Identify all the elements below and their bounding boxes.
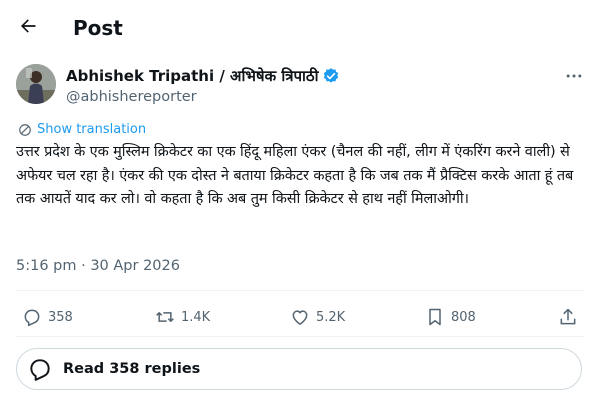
like-count: 5.2K — [316, 309, 346, 325]
show-translation-link[interactable]: Show translation — [18, 122, 146, 137]
divider — [16, 290, 584, 291]
more-options-button[interactable] — [562, 64, 586, 88]
author-display-name[interactable]: Abhishek Tripathi / अभिषेक त्रिपाठी — [66, 66, 319, 86]
author-handle[interactable]: @abhishereporter — [66, 87, 197, 107]
speech-bubble-icon — [27, 356, 53, 382]
tweet-timestamp[interactable]: 5:16 pm · 30 Apr 2026 — [16, 256, 180, 276]
back-button[interactable] — [14, 12, 42, 40]
read-replies-label[interactable]: Read 358 replies — [63, 361, 200, 377]
repost-count: 1.4K — [181, 309, 211, 325]
share-button[interactable] — [558, 305, 578, 329]
reply-count: 358 — [48, 309, 73, 325]
like-button[interactable]: 5.2K — [290, 305, 345, 329]
like-icon — [292, 310, 308, 325]
more-icon — [566, 74, 582, 78]
repost-button[interactable]: 1.4K — [155, 305, 210, 329]
translate-icon — [19, 123, 31, 136]
show-translation-label[interactable]: Show translation — [37, 122, 146, 137]
bookmark-button[interactable]: 808 — [425, 305, 476, 329]
bookmark-icon — [429, 308, 441, 326]
tweet-text: उत्तर प्रदेश के एक मुस्लिम क्रिकेटर का ए… — [16, 144, 574, 207]
reply-icon — [24, 309, 40, 327]
avatar[interactable] — [16, 64, 56, 104]
reply-button[interactable]: 358 — [22, 305, 73, 329]
repost-icon — [156, 312, 174, 322]
author-name[interactable]: Abhishek Tripathi / अभिषेक त्रिपाठी — [66, 66, 340, 86]
avatar-image — [16, 64, 56, 104]
share-icon — [560, 308, 576, 325]
divider — [16, 336, 584, 337]
bookmark-count: 808 — [451, 309, 476, 325]
page-title: Post — [73, 16, 123, 40]
read-replies-button[interactable]: Read 358 replies — [16, 348, 582, 390]
verified-badge-icon — [322, 67, 340, 85]
back-arrow-icon — [21, 19, 36, 33]
